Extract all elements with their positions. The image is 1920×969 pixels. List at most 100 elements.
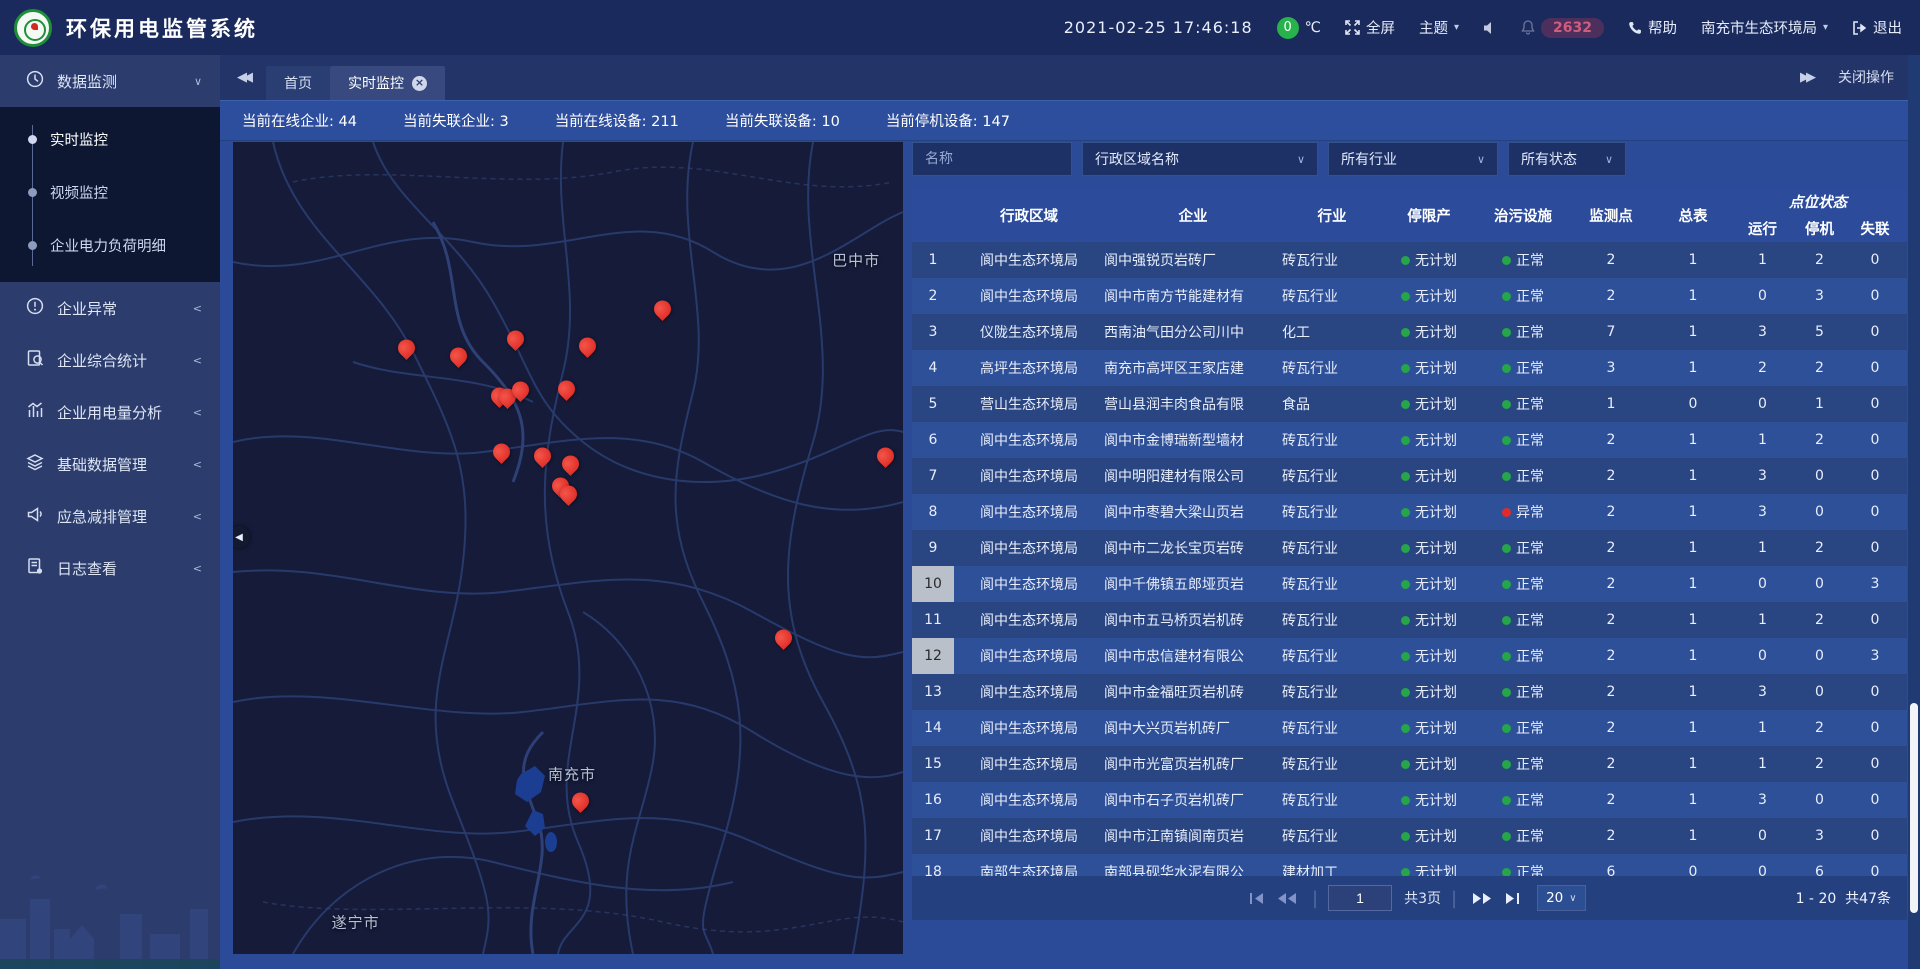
cell-lost: 0	[1848, 350, 1902, 386]
table-row[interactable]: 10阆中生态环境局阆中千佛镇五郎垭页岩砖瓦行业无计划正常21003	[912, 566, 1907, 602]
sidebar-item[interactable]: 日志查看<	[0, 542, 220, 594]
tab-realtime-monitor[interactable]: 实时监控 ×	[330, 66, 445, 100]
sidebar-item[interactable]: 企业异常<	[0, 282, 220, 334]
table-row[interactable]: 14阆中生态环境局阆中大兴页岩机砖厂砖瓦行业无计划正常21120	[912, 710, 1907, 746]
map-pin-icon[interactable]	[493, 444, 511, 462]
sidebar-subitem[interactable]: 实时监控	[0, 113, 220, 166]
map-pin-icon[interactable]	[654, 301, 672, 319]
table-row[interactable]: 17阆中生态环境局阆中市江南镇阆南页岩砖瓦行业无计划正常21030	[912, 818, 1907, 854]
status-dot-green	[1401, 832, 1410, 841]
app-root: 环保用电监管系统 2021-02-25 17:46:18 0 ℃ 全屏 主题 ▾	[0, 0, 1920, 969]
status-select[interactable]: 所有状态 ∨	[1508, 142, 1626, 176]
cell-company: 阆中市江南镇阆南页岩	[1104, 818, 1282, 854]
sidebar: 数据监测∨ 实时监控视频监控企业电力负荷明细企业异常<企业综合统计<企业用电量分析…	[0, 55, 220, 969]
tab-close-icon[interactable]: ×	[412, 76, 427, 91]
region-select[interactable]: 行政区域名称 ∨	[1082, 142, 1318, 176]
map-pin-icon[interactable]	[572, 792, 590, 810]
help-button[interactable]: 帮助	[1628, 17, 1677, 38]
cell-region: 阆中生态环境局	[954, 746, 1104, 782]
cell-lost: 0	[1848, 818, 1902, 854]
status-dot-green	[1502, 436, 1511, 445]
prev-page-button[interactable]	[1272, 892, 1302, 905]
table-row[interactable]: 4高坪生态环境局南充市高坪区王家店建砖瓦行业无计划正常31220	[912, 350, 1907, 386]
cell-meter: 1	[1652, 602, 1734, 638]
cell-region: 南部生态环境局	[954, 854, 1104, 876]
clock-icon	[26, 70, 44, 92]
table-row[interactable]: 7阆中生态环境局阆中明阳建材有限公司砖瓦行业无计划正常21300	[912, 458, 1907, 494]
col-facility: 治污设施	[1476, 188, 1570, 242]
name-input[interactable]	[925, 151, 1059, 167]
last-page-button[interactable]	[1497, 892, 1527, 905]
page-scrollbar-thumb[interactable]	[1910, 703, 1918, 913]
table-row[interactable]: 11阆中生态环境局阆中市五马桥页岩机砖砖瓦行业无计划正常21120	[912, 602, 1907, 638]
map-pin-icon[interactable]	[507, 331, 525, 349]
map-pin-icon[interactable]	[534, 448, 552, 466]
cell-production: 无计划	[1382, 602, 1476, 638]
table-row[interactable]: 1阆中生态环境局阆中强锐页岩砖厂砖瓦行业无计划正常21120	[912, 242, 1907, 278]
name-search-input[interactable]	[912, 142, 1072, 176]
page-size-select[interactable]: 20 ∨	[1537, 885, 1586, 911]
mute-button[interactable]	[1483, 21, 1497, 35]
cell-lost: 0	[1848, 422, 1902, 458]
table-row[interactable]: 5营山生态环境局营山县润丰肉食品有限食品无计划正常10010	[912, 386, 1907, 422]
table-row[interactable]: 8阆中生态环境局阆中市枣碧大梁山页岩砖瓦行业无计划异常21300	[912, 494, 1907, 530]
page-scrollbar[interactable]	[1908, 55, 1920, 969]
sidebar-item[interactable]: 基础数据管理<	[0, 438, 220, 490]
logout-button[interactable]: 退出	[1852, 17, 1902, 38]
notification-count-badge: 2632	[1541, 18, 1604, 38]
map-pin-icon[interactable]	[558, 380, 576, 398]
map-pin-icon[interactable]	[579, 337, 597, 355]
status-dot-green	[1502, 868, 1511, 877]
cell-monitor: 1	[1570, 386, 1652, 422]
tabs-scroll-right-button[interactable]: ▶▶	[1800, 54, 1812, 100]
industry-select[interactable]: 所有行业 ∨	[1328, 142, 1498, 176]
map-pin-icon[interactable]	[398, 340, 416, 358]
sidebar-subitem[interactable]: 企业电力负荷明细	[0, 219, 220, 272]
sidebar-item[interactable]: 企业用电量分析<	[0, 386, 220, 438]
table-row[interactable]: 15阆中生态环境局阆中市光富页岩机砖厂砖瓦行业无计划正常21120	[912, 746, 1907, 782]
notification-area[interactable]: 2632	[1521, 18, 1604, 38]
status-dot-green	[1401, 364, 1410, 373]
sidebar-item[interactable]: 应急减排管理<	[0, 490, 220, 542]
map-pin-icon[interactable]	[775, 630, 793, 648]
map-pin-icon[interactable]	[877, 448, 895, 466]
table-row[interactable]: 18南部生态环境局南部县砚华水泥有限公建材加工无计划正常60060	[912, 854, 1907, 876]
tabs-scroll-left-button[interactable]: ◀◀	[220, 54, 266, 100]
tab-home[interactable]: 首页	[266, 66, 330, 100]
cell-lost: 3	[1848, 566, 1902, 602]
table-row[interactable]: 2阆中生态环境局阆中市南方节能建材有砖瓦行业无计划正常21030	[912, 278, 1907, 314]
map-pin-icon[interactable]	[560, 485, 578, 503]
table-row[interactable]: 13阆中生态环境局阆中市金福旺页岩机砖砖瓦行业无计划正常21300	[912, 674, 1907, 710]
sidebar-subitem[interactable]: 视频监控	[0, 166, 220, 219]
fullscreen-button[interactable]: 全屏	[1345, 17, 1395, 38]
cell-monitor: 2	[1570, 674, 1652, 710]
map-pin-icon[interactable]	[562, 456, 580, 474]
sidebar-group-1: 企业异常<	[0, 282, 220, 334]
sidebar-item[interactable]: 企业综合统计<	[0, 334, 220, 386]
cell-meter: 0	[1652, 386, 1734, 422]
table-row[interactable]: 12阆中生态环境局阆中市忠信建材有限公砖瓦行业无计划正常21003	[912, 638, 1907, 674]
org-dropdown[interactable]: 南充市生态环境局 ▾	[1701, 17, 1828, 38]
page-number-input[interactable]	[1328, 885, 1392, 911]
sidebar-item[interactable]: 数据监测∨	[0, 55, 220, 107]
cell-meter: 1	[1652, 530, 1734, 566]
close-operations-dropdown[interactable]: 关闭操作	[1838, 67, 1894, 87]
theme-dropdown[interactable]: 主题 ▾	[1419, 17, 1459, 38]
map-pin-icon[interactable]	[450, 347, 468, 365]
stat-item: 当前在线设备: 211	[555, 110, 679, 131]
table-row[interactable]: 6阆中生态环境局阆中市金博瑞新型墙材砖瓦行业无计划正常21120	[912, 422, 1907, 458]
status-dot-green	[1502, 292, 1511, 301]
map-pin-icon[interactable]	[512, 381, 530, 399]
next-page-button[interactable]	[1467, 892, 1497, 905]
table-row[interactable]: 9阆中生态环境局阆中市二龙长宝页岩砖砖瓦行业无计划正常21120	[912, 530, 1907, 566]
table-row[interactable]: 16阆中生态环境局阆中市石子页岩机砖厂砖瓦行业无计划正常21300	[912, 782, 1907, 818]
cell-run: 2	[1734, 350, 1791, 386]
status-dot-green	[1502, 724, 1511, 733]
map-panel[interactable]: 巴中市南充市遂宁市 ◀	[233, 142, 903, 954]
cell-facility: 正常	[1476, 674, 1570, 710]
cell-industry: 砖瓦行业	[1282, 278, 1382, 314]
first-page-button[interactable]	[1242, 892, 1272, 905]
table-row[interactable]: 3仪陇生态环境局西南油气田分公司川中化工无计划正常71350	[912, 314, 1907, 350]
cell-production: 无计划	[1382, 386, 1476, 422]
cell-meter: 1	[1652, 638, 1734, 674]
